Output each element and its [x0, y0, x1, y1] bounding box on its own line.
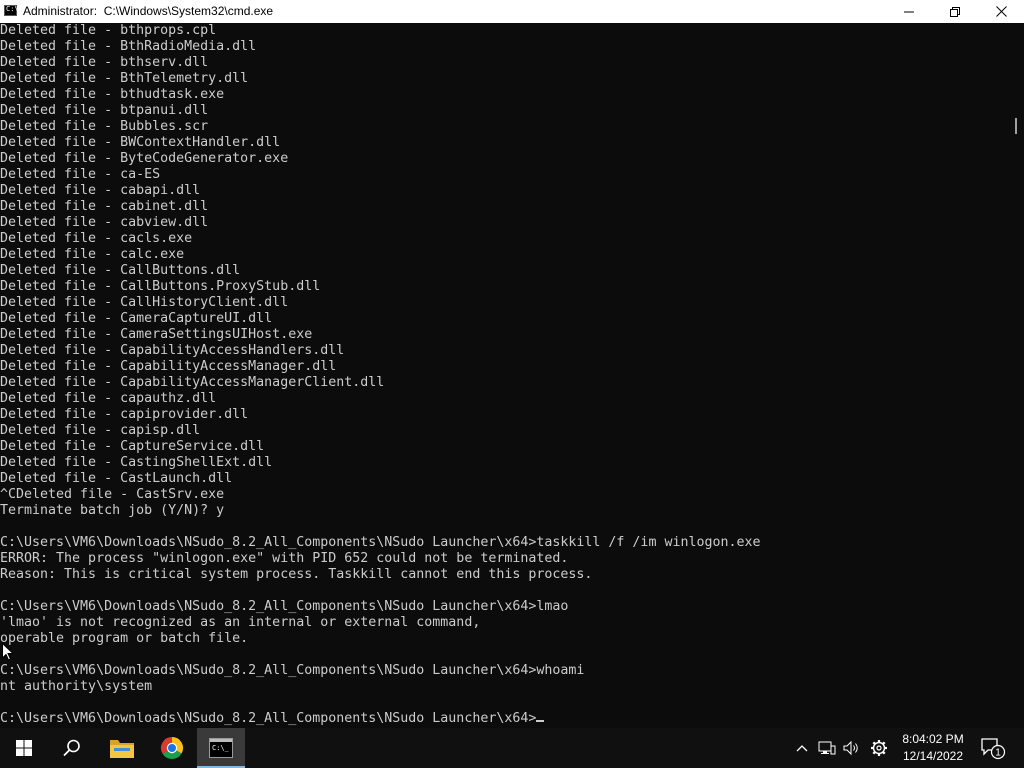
console-line: Deleted file - Bubbles.scr — [0, 119, 209, 134]
volume-icon — [843, 740, 858, 756]
chrome-icon — [160, 737, 184, 760]
mouse-pointer-icon — [2, 643, 14, 661]
console-line: Deleted file - BthTelemetry.dll — [0, 71, 249, 86]
network-icon — [818, 741, 836, 755]
console-line: Deleted file - capisp.dll — [0, 423, 201, 438]
console-line: Deleted file - capauthz.dll — [0, 391, 217, 406]
console-line: Deleted file - CapabilityAccessManager.d… — [0, 359, 337, 374]
console-lines: Deleted file - bthprops.cpl Deleted file … — [0, 23, 761, 727]
clock-time: 8:04:02 PM — [902, 732, 964, 746]
console-line: Deleted file - CameraSettingsUIHost.exe — [0, 327, 313, 342]
console-line: Deleted file - CastingShellExt.dll — [0, 455, 273, 470]
restore-icon — [950, 6, 960, 17]
settings-icon — [871, 740, 887, 756]
console-line: Deleted file - CallHistoryClient.dll — [0, 295, 289, 310]
console-line: Reason: This is critical system process.… — [0, 567, 593, 582]
console-line: Deleted file - CastLaunch.dll — [0, 471, 233, 486]
console-output[interactable]: Deleted file - bthprops.cpl Deleted file … — [0, 23, 1007, 728]
console-line: Deleted file - bthserv.dll — [0, 55, 209, 70]
console-prompt-line: C:\Users\VM6\Downloads\NSudo_8.2_All_Com… — [0, 711, 761, 727]
minimize-button[interactable] — [886, 0, 932, 23]
console-line: operable program or batch file. — [0, 631, 249, 646]
console-line: Deleted file - CallButtons.ProxyStub.dll — [0, 279, 321, 294]
settings-tray-button[interactable] — [866, 728, 892, 768]
console-line: Deleted file - cabapi.dll — [0, 183, 201, 198]
chevron-up-icon — [796, 745, 808, 752]
console-line: Deleted file - CapabilityAccessManagerCl… — [0, 375, 385, 390]
cmd-icon: C:\_ — [209, 738, 233, 758]
console-line: 'lmao' is not recognized as an internal … — [0, 615, 481, 630]
close-button[interactable] — [978, 0, 1024, 23]
console-line: Deleted file - bthprops.cpl — [0, 23, 217, 38]
console-line: nt authority\system — [0, 679, 153, 694]
window-title: Administrator: C:\Windows\System32\cmd.e… — [23, 4, 274, 18]
vertical-scrollbar[interactable] — [1007, 23, 1024, 728]
console-line: ERROR: The process "winlogon.exe" with P… — [0, 551, 569, 566]
console-line: Deleted file - cacls.exe — [0, 231, 193, 246]
windows-start-icon — [16, 740, 32, 756]
console-line: ^CDeleted file - CastSrv.exe — [0, 487, 225, 502]
console-prompt: C:\Users\VM6\Downloads\NSudo_8.2_All_Com… — [0, 711, 537, 726]
show-hidden-icons-button[interactable] — [791, 728, 813, 768]
console-line: Deleted file - capiprovider.dll — [0, 407, 249, 422]
clock-date: 12/14/2022 — [902, 749, 964, 763]
console-line: Deleted file - CapabilityAccessHandlers.… — [0, 343, 345, 358]
console-line: Deleted file - ByteCodeGenerator.exe — [0, 151, 289, 166]
cmd-app-icon[interactable]: C:\ — [4, 5, 19, 16]
clock[interactable]: 8:04:02 PM 12/14/2022 — [896, 731, 970, 765]
console-line: Deleted file - CameraCaptureUI.dll — [0, 311, 273, 326]
notification-center-button[interactable]: 1 — [978, 728, 1008, 768]
console-line: Deleted file - cabview.dll — [0, 215, 209, 230]
console-line: C:\Users\VM6\Downloads\NSudo_8.2_All_Com… — [0, 599, 569, 614]
console-line: Deleted file - btpanui.dll — [0, 103, 209, 118]
console-line: C:\Users\VM6\Downloads\NSudo_8.2_All_Com… — [0, 535, 761, 550]
console-line: Deleted file - bthudtask.exe — [0, 87, 225, 102]
console-line: Deleted file - calc.exe — [0, 247, 185, 262]
console-line: Deleted file - ca-ES — [0, 167, 161, 182]
file-explorer-icon — [110, 740, 134, 758]
chrome-button[interactable] — [148, 728, 196, 768]
start-button[interactable] — [0, 728, 48, 768]
notification-icon: 1 — [981, 738, 1006, 760]
console-line: C:\Users\VM6\Downloads\NSudo_8.2_All_Com… — [0, 663, 585, 678]
console-line: Deleted file - CallButtons.dll — [0, 263, 241, 278]
console-line: Terminate batch job (Y/N)? y — [0, 503, 225, 518]
console-line: Deleted file - BthRadioMedia.dll — [0, 39, 257, 54]
volume-tray-button[interactable] — [840, 728, 864, 768]
notification-count: 1 — [995, 748, 1001, 759]
close-icon — [995, 6, 1007, 17]
search-icon — [63, 739, 80, 757]
cmd-taskbar-button[interactable]: C:\_ — [197, 728, 245, 768]
console-line: Deleted file - cabinet.dll — [0, 199, 209, 214]
minimize-icon — [904, 11, 914, 12]
svg-text:C:\_: C:\_ — [212, 744, 230, 752]
text-cursor — [536, 720, 545, 722]
search-button[interactable] — [48, 728, 96, 768]
taskbar: C:\_ 8:04:02 PM 12/14/2022 1 — [0, 728, 1024, 768]
console-line: Deleted file - CaptureService.dll — [0, 439, 265, 454]
network-tray-button[interactable] — [815, 728, 839, 768]
scrollbar-thumb[interactable] — [1015, 118, 1017, 134]
console-line: Deleted file - BWContextHandler.dll — [0, 135, 281, 150]
file-explorer-button[interactable] — [98, 728, 146, 768]
restore-button[interactable] — [932, 0, 978, 23]
title-bar[interactable]: C:\ Administrator: C:\Windows\System32\c… — [0, 0, 1024, 23]
